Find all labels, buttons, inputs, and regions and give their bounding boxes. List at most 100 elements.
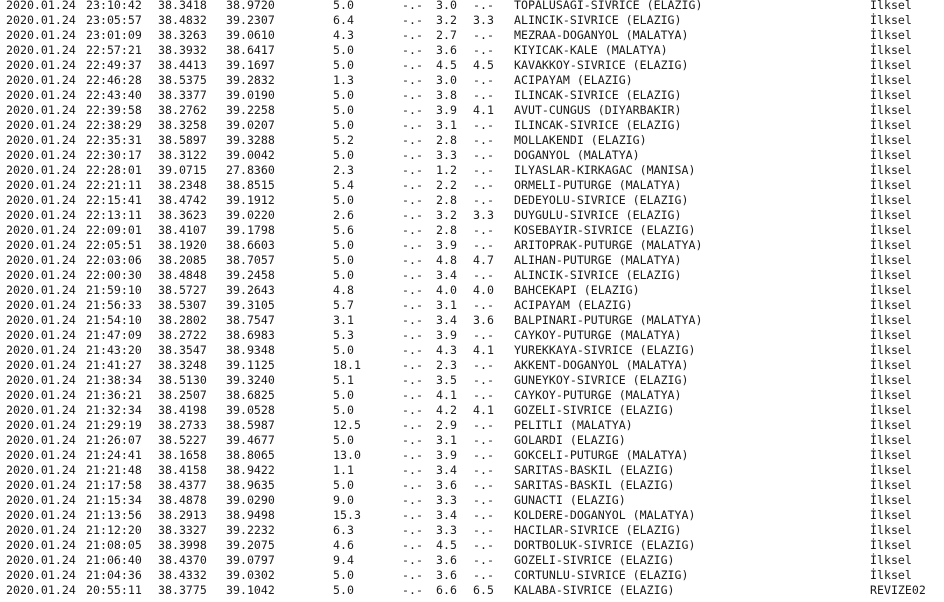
event-date: 2020.01.24 [6,193,76,207]
event-latitude: 38.3327 [158,523,207,537]
event-depth: 1.3 [333,73,354,87]
event-time: 21:12:20 [86,523,142,537]
event-time: 21:41:27 [86,358,142,372]
event-depth: 5.0 [333,148,354,162]
event-solution: İlksel [870,133,912,147]
event-longitude: 39.0207 [226,118,275,132]
event-mw: 3.3 [473,13,494,27]
event-mw: 4.7 [473,253,494,267]
event-longitude: 38.6417 [226,43,275,57]
event-md: -.- [402,28,423,42]
event-date: 2020.01.24 [6,238,76,252]
event-place: ILINCAK-SIVRICE (ELAZIG) [514,118,682,132]
event-longitude: 39.0610 [226,28,275,42]
event-longitude: 38.9422 [226,463,275,477]
event-ml: 3.9 [436,103,457,117]
event-md: -.- [402,43,423,57]
event-depth: 5.2 [333,133,354,147]
event-mw: -.- [473,193,494,207]
event-place: AVUT-CUNGUS (DIYARBAKIR) [514,103,682,117]
event-place: ORMELI-PUTURGE (MALATYA) [514,178,682,192]
event-longitude: 38.6983 [226,328,275,342]
event-ml: 3.8 [436,88,457,102]
event-date: 2020.01.24 [6,418,76,432]
event-time: 21:21:48 [86,463,142,477]
event-place: KIYICAK-KALE (MALATYA) [514,43,668,57]
event-place: GOZELI-SIVRICE (ELAZIG) [514,403,675,417]
event-md: -.- [402,283,423,297]
event-ml: 3.9 [436,328,457,342]
event-date: 2020.01.24 [6,313,76,327]
event-md: -.- [402,583,423,597]
event-depth: 13.0 [333,448,361,462]
event-solution: İlksel [870,433,912,447]
event-latitude: 38.4158 [158,463,207,477]
event-time: 22:38:29 [86,118,142,132]
event-md: -.- [402,418,423,432]
event-md: -.- [402,433,423,447]
event-date: 2020.01.24 [6,373,76,387]
event-longitude: 39.3288 [226,133,275,147]
event-depth: 15.3 [333,508,361,522]
event-latitude: 38.4370 [158,553,207,567]
event-latitude: 38.3258 [158,118,207,132]
event-longitude: 39.0528 [226,403,275,417]
event-longitude: 39.1125 [226,358,275,372]
event-depth: 5.4 [333,178,354,192]
event-solution: İlksel [870,13,912,27]
event-solution: İlksel [870,73,912,87]
event-depth: 9.0 [333,493,354,507]
event-md: -.- [402,463,423,477]
event-depth: 4.3 [333,28,354,42]
event-ml: 3.0 [436,73,457,87]
event-place: CAYKOY-PUTURGE (MALATYA) [514,328,682,342]
event-mw: -.- [473,493,494,507]
event-solution: İlksel [870,103,912,117]
event-depth: 5.7 [333,298,354,312]
event-longitude: 39.0220 [226,208,275,222]
event-time: 22:21:11 [86,178,142,192]
event-place: ARITOPRAK-PUTURGE (MALATYA) [514,238,703,252]
event-depth: 2.3 [333,163,354,177]
event-longitude: 39.0290 [226,493,275,507]
event-date: 2020.01.24 [6,13,76,27]
event-longitude: 38.9498 [226,508,275,522]
event-latitude: 38.5897 [158,133,207,147]
event-place: SARITAS-BASKIL (ELAZIG) [514,463,675,477]
event-place: KAVAKKOY-SIVRICE (ELAZIG) [514,58,689,72]
event-latitude: 38.2802 [158,313,207,327]
event-latitude: 38.3547 [158,343,207,357]
event-solution: İlksel [870,328,912,342]
event-latitude: 38.4878 [158,493,207,507]
event-place: PELITLI (MALATYA) [514,418,633,432]
event-longitude: 38.7057 [226,253,275,267]
event-mw: 4.1 [473,343,494,357]
event-time: 22:57:21 [86,43,142,57]
event-place: ILYASLAR-KIRKAGAC (MANISA) [514,163,696,177]
event-place: MOLLAKENDI (ELAZIG) [514,133,647,147]
event-mw: -.- [473,163,494,177]
event-ml: 3.5 [436,373,457,387]
event-time: 21:32:34 [86,403,142,417]
event-mw: -.- [473,433,494,447]
event-mw: -.- [473,448,494,462]
event-date: 2020.01.24 [6,223,76,237]
event-time: 22:03:06 [86,253,142,267]
event-latitude: 38.4832 [158,13,207,27]
event-longitude: 39.2258 [226,103,275,117]
event-md: -.- [402,538,423,552]
event-mw: -.- [473,73,494,87]
event-date: 2020.01.24 [6,43,76,57]
event-ml: 2.9 [436,418,457,432]
event-longitude: 39.2832 [226,73,275,87]
event-latitude: 38.3932 [158,43,207,57]
event-latitude: 38.2348 [158,178,207,192]
event-latitude: 38.2733 [158,418,207,432]
event-mw: 4.1 [473,403,494,417]
event-depth: 5.0 [333,238,354,252]
event-solution: İlksel [870,223,912,237]
event-depth: 5.0 [333,268,354,282]
event-solution: İlksel [870,523,912,537]
event-latitude: 38.2507 [158,388,207,402]
event-depth: 5.0 [333,88,354,102]
